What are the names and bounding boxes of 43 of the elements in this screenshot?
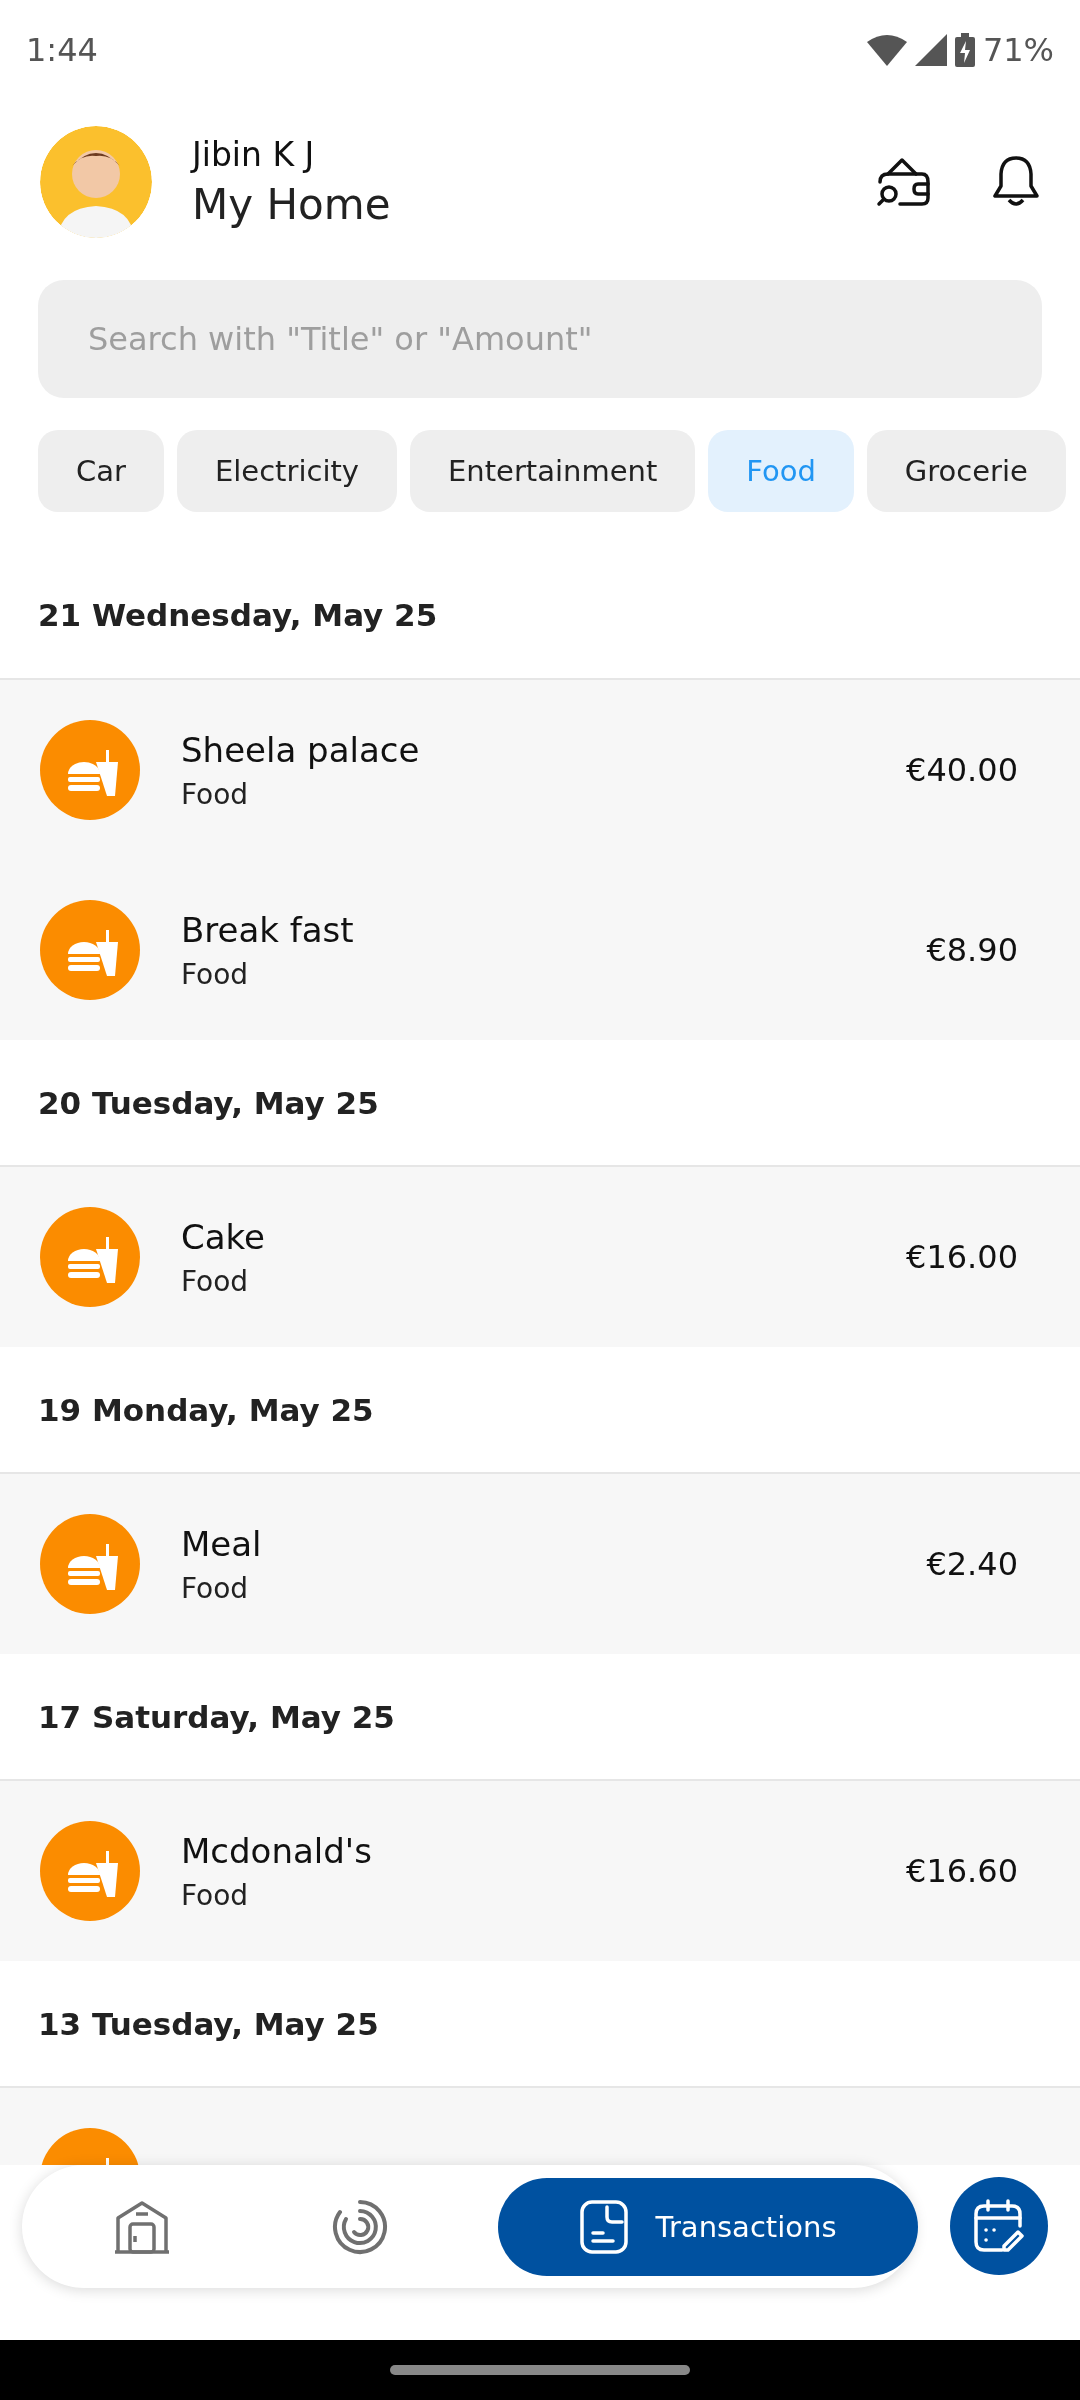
burger-drink-icon: [40, 1821, 140, 1921]
transaction-category: Food: [181, 1878, 250, 1912]
transaction-title: Break fast: [181, 909, 355, 950]
category-chip[interactable]: Grocerie: [866, 430, 1066, 512]
search-field[interactable]: Search with "Title" or "Amount": [38, 280, 1042, 398]
transaction-row[interactable]: Mcdonald's Food €16.60: [0, 1781, 1080, 1961]
category-chip[interactable]: Car: [38, 430, 164, 512]
transaction-category: Food: [181, 777, 250, 811]
category-chip[interactable]: Entertainment: [410, 430, 696, 512]
transaction-title: Cake: [181, 1216, 266, 1257]
transaction-title: Meal: [181, 1523, 263, 1564]
transaction-category: Food: [181, 957, 250, 991]
category-chip[interactable]: Electricity: [176, 430, 397, 512]
transaction-title: Sheela palace: [181, 729, 421, 770]
transaction-amount: €2.40: [926, 1545, 1018, 1583]
burger-drink-icon: [40, 720, 140, 820]
calendar-edit-icon: [972, 2198, 1026, 2254]
user-name: Jibin K J: [192, 135, 316, 174]
transaction-amount: €16.60: [906, 1852, 1018, 1890]
battery-icon: [954, 33, 975, 67]
burger-drink-icon: [40, 900, 140, 1000]
wallet-search-icon[interactable]: [876, 156, 932, 208]
transaction-title: Mcdonald's: [181, 1830, 373, 1871]
home-name[interactable]: My Home: [192, 180, 876, 229]
ring-icon: [332, 2198, 388, 2255]
transaction-amount: €40.00: [906, 751, 1018, 789]
transaction-amount: €8.90: [926, 931, 1018, 969]
document-icon: [579, 2198, 630, 2255]
home-handle[interactable]: [390, 2365, 690, 2375]
transaction-row[interactable]: Meal Food €2.40: [0, 1474, 1080, 1654]
nav-tab[interactable]: Transactions: [498, 2177, 918, 2276]
transaction-category: Food: [181, 1264, 250, 1298]
wifi-icon: [866, 34, 907, 66]
battery-level: 71%: [982, 31, 1054, 69]
signal-icon: [914, 34, 947, 66]
burger-drink-icon: [40, 1207, 140, 1307]
transaction-category: Food: [181, 1571, 250, 1605]
transaction-row[interactable]: Break fast Food €8.90: [0, 860, 1080, 1040]
status-time: 1:44: [26, 31, 98, 69]
transaction-row[interactable]: Sheela palace Food €40.00: [0, 680, 1080, 860]
transaction-row[interactable]: Cake Food €16.00: [0, 1167, 1080, 1347]
burger-drink-icon: [40, 1514, 140, 1614]
transaction-amount: €16.00: [906, 1238, 1018, 1276]
